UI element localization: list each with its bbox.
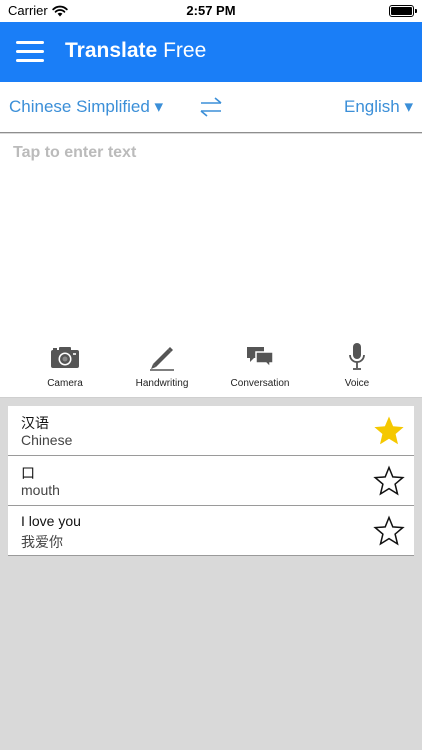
history-source-text: 汉语 [21, 415, 49, 431]
text-input-area[interactable] [0, 134, 422, 339]
history-translation-text: Chinese [21, 432, 73, 448]
conversation-label: Conversation [230, 378, 290, 389]
camera-label: Camera [47, 378, 83, 389]
hamburger-menu-icon[interactable] [16, 41, 44, 63]
history-translation-text: 我爱你 [21, 534, 63, 550]
history-source-text: I love you [21, 513, 81, 529]
input-mode-toolbar: Camera Handwriting Conversation Voice [0, 339, 422, 398]
battery-icon [389, 5, 417, 17]
language-selector-bar: Chinese Simplified ▾ English ▾ [0, 82, 422, 133]
translation-history-list: 汉语 Chinese 口 mouth I love you 我爱你 [8, 406, 414, 556]
clock: 2:57 PM [186, 3, 236, 18]
history-source-text: 口 [21, 465, 35, 481]
app-title: Translate Free [65, 39, 206, 63]
swap-arrows-icon[interactable] [199, 96, 223, 118]
source-language-dropdown[interactable]: Chinese Simplified ▾ [9, 97, 163, 117]
favorite-star-outline-icon[interactable] [373, 465, 405, 497]
history-item[interactable]: 汉语 Chinese [8, 406, 414, 456]
battery-level-fill [391, 7, 412, 15]
navigation-bar: Translate Free [0, 22, 422, 82]
app-title-primary: Translate [65, 39, 158, 62]
camera-icon [51, 347, 79, 368]
pencil-icon [150, 347, 174, 371]
target-language-dropdown[interactable]: English ▾ [344, 97, 413, 117]
status-bar: Carrier 2:57 PM [0, 0, 422, 22]
favorite-star-outline-icon[interactable] [373, 515, 405, 547]
text-input[interactable] [13, 144, 409, 162]
chat-bubbles-icon [247, 347, 274, 369]
voice-label: Voice [344, 378, 370, 389]
microphone-icon [349, 343, 365, 370]
favorite-star-filled-icon[interactable] [373, 415, 405, 447]
handwriting-button[interactable]: Handwriting [110, 339, 214, 397]
voice-button[interactable]: Voice [305, 339, 409, 397]
app-title-secondary: Free [163, 39, 207, 62]
history-item[interactable]: 口 mouth [8, 456, 414, 506]
camera-button[interactable]: Camera [13, 339, 117, 397]
conversation-button[interactable]: Conversation [208, 339, 312, 397]
history-item[interactable]: I love you 我爱你 [8, 506, 414, 556]
history-translation-text: mouth [21, 482, 60, 498]
handwriting-label: Handwriting [135, 378, 189, 389]
